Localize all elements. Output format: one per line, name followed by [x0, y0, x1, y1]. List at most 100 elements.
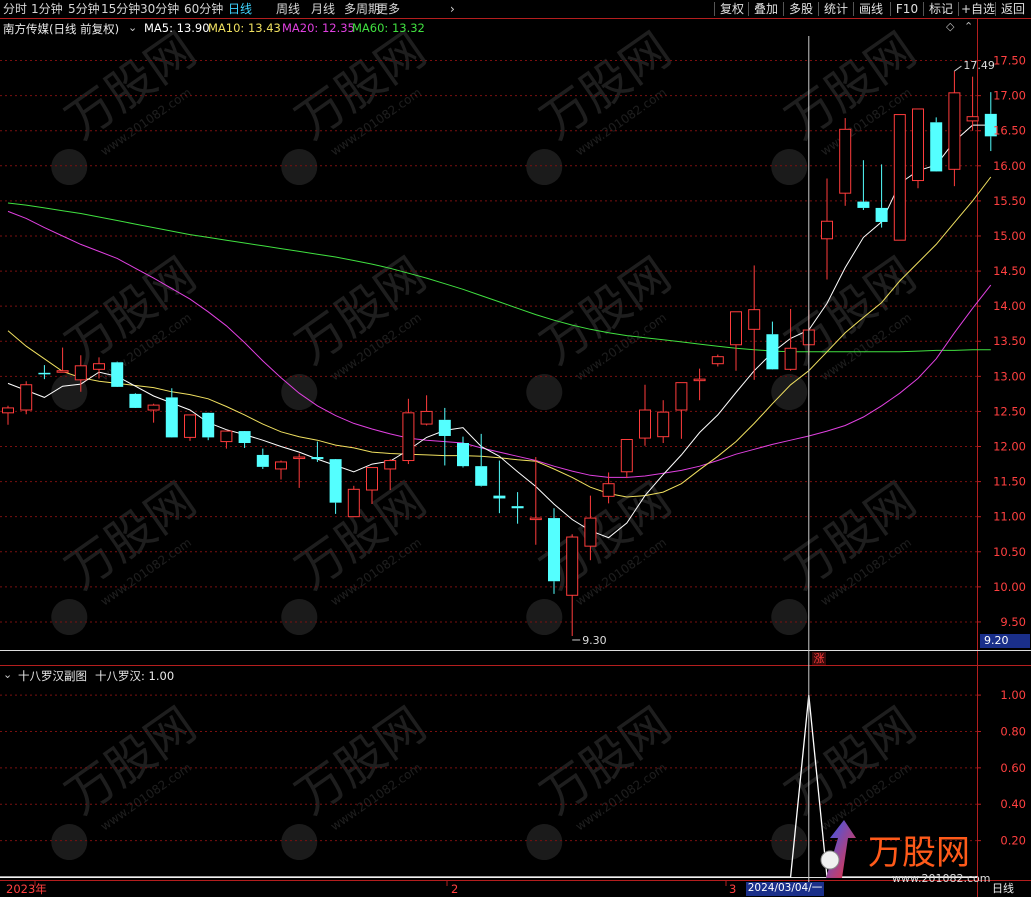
candle-body: [457, 443, 469, 467]
candle: [238, 431, 251, 448]
candle: [839, 118, 852, 206]
candle-body: [165, 397, 178, 438]
candle-body: [693, 378, 706, 382]
candle-body: [602, 483, 615, 497]
candle: [329, 459, 342, 514]
candle-body: [675, 382, 688, 411]
candle: [402, 398, 415, 465]
candle-body: [438, 419, 451, 436]
candle-body: [948, 92, 961, 170]
diamond-icon[interactable]: ◇: [946, 20, 954, 33]
candle-body: [711, 356, 724, 365]
candle: [730, 311, 742, 371]
chevron-down-icon[interactable]: ⌄: [3, 668, 12, 681]
candle: [438, 407, 451, 466]
price-tick-label: 11.00: [993, 510, 1026, 524]
high-marker: [954, 65, 962, 72]
candle-body: [74, 365, 87, 381]
candle-body: [402, 412, 415, 462]
indicator-title[interactable]: 十八罗汉副图: [18, 668, 87, 684]
candle: [857, 160, 870, 211]
price-tick-label: 11.50: [993, 475, 1026, 489]
candle-body: [293, 456, 306, 460]
candle: [457, 436, 469, 468]
chevron-up-icon[interactable]: ⌃: [964, 20, 973, 33]
candle-body: [966, 116, 979, 122]
low-label: 9.30: [582, 634, 607, 647]
stock-title[interactable]: 南方传媒(日线 前复权): [3, 21, 119, 37]
candle: [875, 164, 888, 228]
candle-body: [493, 495, 506, 499]
period-label: 日线: [992, 882, 1014, 895]
candle: [129, 393, 142, 408]
ma-legend-item: MA10: 13.43: [208, 21, 281, 35]
candle: [548, 508, 560, 594]
watermark: 万股网www.201082.com: [526, 697, 681, 861]
candle: [966, 76, 979, 131]
ma-legend-item: MA20: 12.35: [282, 21, 355, 35]
candle-body: [2, 407, 14, 414]
candle: [529, 457, 542, 545]
candle: [675, 382, 688, 439]
candle-body: [129, 393, 142, 408]
candle-body: [511, 506, 524, 509]
price-tick-label: 12.00: [993, 440, 1026, 454]
candle: [511, 492, 524, 524]
candle-body: [275, 461, 287, 470]
candle: [420, 395, 433, 426]
candle-body: [821, 220, 833, 240]
candle-body: [311, 457, 324, 460]
candle-body: [420, 410, 433, 425]
candle-body: [875, 207, 888, 222]
candle-body: [620, 438, 633, 473]
candle-body: [111, 362, 124, 387]
candle-body: [548, 518, 560, 582]
time-label-year: 2023年: [6, 882, 47, 896]
price-tick-label: 15.50: [993, 194, 1026, 208]
candle: [566, 534, 579, 636]
indicator-tick-label: 0.20: [1000, 834, 1026, 848]
rise-badge: 涨: [812, 652, 826, 665]
candle-body: [475, 466, 488, 486]
indicator-tick-label: 1.00: [1000, 688, 1026, 702]
watermark: 万股网www.201082.com: [51, 472, 206, 636]
candle-body: [639, 409, 651, 439]
price-tick-label: 15.00: [993, 229, 1026, 243]
candle: [20, 381, 33, 415]
candle: [639, 384, 651, 446]
watermark: 万股网www.201082.com: [526, 472, 681, 636]
logo-brand: 万股网: [868, 833, 970, 873]
candle-body: [730, 311, 742, 346]
cursor-date-badge: 2024/03/04/一: [746, 882, 824, 896]
price-tick-label: 14.50: [993, 264, 1026, 278]
candle: [220, 430, 233, 449]
candle: [347, 485, 360, 518]
price-tick-label: 12.50: [993, 404, 1026, 418]
price-tick-label: 9.50: [1000, 615, 1026, 629]
watermark: 万股网www.201082.com: [51, 22, 206, 186]
candle-body: [238, 431, 251, 443]
bull-icon: [820, 850, 840, 870]
candle: [147, 403, 160, 423]
watermark: 万股网www.201082.com: [281, 22, 436, 186]
candle-body: [202, 412, 215, 438]
candle: [748, 265, 761, 380]
candle-body: [784, 347, 797, 370]
candle-body: [384, 460, 397, 470]
price-tick-label: 10.50: [993, 545, 1026, 559]
candle-body: [766, 334, 779, 370]
candle-body: [147, 404, 160, 411]
candle-body: [584, 517, 597, 547]
candle-body: [184, 414, 196, 438]
indicator-tick-label: 0.40: [1000, 797, 1026, 811]
watermark: 万股网www.201082.com: [281, 247, 436, 411]
candle: [293, 453, 306, 488]
price-tick-label: 17.00: [993, 89, 1026, 103]
candle-body: [912, 108, 924, 182]
logo-group: 万股网www.201082.com: [820, 820, 990, 885]
price-tick-label: 17.50: [993, 54, 1026, 68]
candle: [620, 438, 633, 479]
candle: [165, 388, 178, 438]
candle: [493, 460, 506, 514]
chevron-down-icon[interactable]: ⌄: [128, 21, 137, 34]
